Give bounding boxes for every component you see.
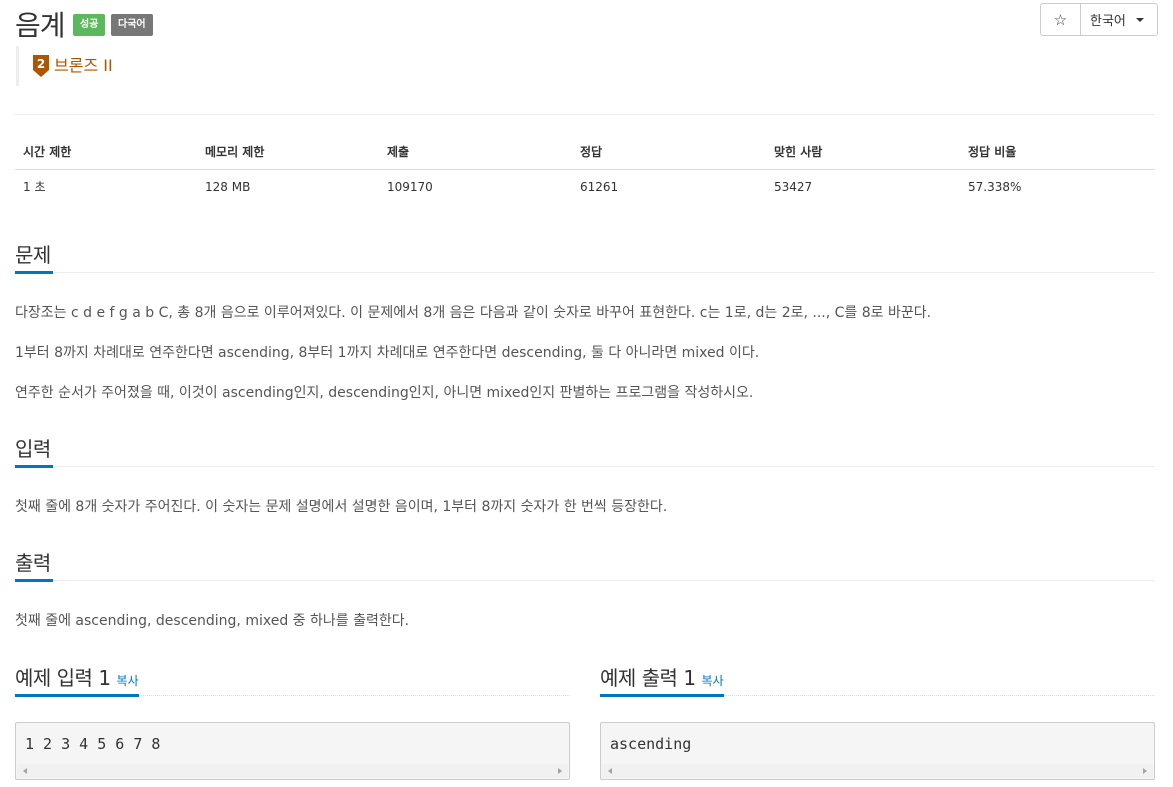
header-controls: ☆ 한국어	[1040, 3, 1158, 36]
problem-paragraph: 다장조는 c d e f g a b C, 총 8개 음으로 이루어져있다. 이…	[15, 305, 932, 321]
example-output-heading: 예제 출력 1 복사	[600, 664, 724, 697]
table-header-row: 시간 제한 메모리 제한 제출 정답 맞힌 사람 정답 비율	[15, 134, 1155, 170]
output-description: 첫째 줄에 ascending, descending, mixed 중 하나를…	[15, 613, 410, 629]
problem-info-table: 시간 제한 메모리 제한 제출 정답 맞힌 사람 정답 비율 1 초 128 M…	[15, 134, 1155, 204]
problem-section-header: 문제	[15, 241, 1155, 274]
table-cell: 61261	[580, 179, 619, 194]
language-label: 한국어	[1090, 14, 1126, 29]
example-input-heading: 예제 입력 1 복사	[15, 664, 139, 697]
example-output-header: 예제 출력 1 복사	[600, 664, 1155, 697]
output-heading: 출력	[15, 549, 53, 582]
input-section-header: 입력	[15, 435, 1155, 468]
tier-info: 2 브론즈 II	[16, 46, 113, 86]
table-header: 시간 제한	[15, 134, 197, 170]
bronze-tier-icon: 2	[33, 55, 49, 77]
copy-input-button[interactable]: 복사	[117, 674, 139, 688]
language-dropdown[interactable]: 한국어	[1081, 4, 1157, 35]
horizontal-scrollbar[interactable]	[602, 764, 1153, 778]
table-header: 맞힌 사람	[766, 134, 960, 170]
copy-output-button[interactable]: 복사	[702, 674, 724, 688]
table-header: 정답 비율	[960, 134, 1155, 170]
input-description: 첫째 줄에 8개 숫자가 주어진다. 이 숫자는 문제 설명에서 설명한 음이며…	[15, 499, 668, 515]
example-input-text: 1 2 3 4 5 6 7 8	[25, 735, 161, 753]
output-section-header: 출력	[15, 549, 1155, 582]
table-header: 제출	[379, 134, 572, 170]
caret-down-icon	[1135, 17, 1144, 22]
horizontal-scrollbar[interactable]	[17, 764, 568, 778]
table-cell: 1 초	[23, 180, 46, 195]
table-cell: 57.338%	[968, 179, 1022, 194]
table-cell: 109170	[387, 179, 433, 194]
problem-paragraph: 1부터 8까지 차례대로 연주한다면 ascending, 8부터 1까지 차례…	[15, 345, 760, 361]
example-output-box: ascending	[600, 722, 1155, 780]
page-title: 음계	[15, 9, 66, 42]
scroll-left-icon[interactable]	[608, 768, 612, 774]
input-heading: 입력	[15, 435, 53, 468]
scroll-left-icon[interactable]	[23, 768, 27, 774]
table-row: 1 초 128 MB 109170 61261 53427 57.338%	[15, 169, 1155, 204]
table-cell: 53427	[774, 179, 813, 194]
table-cell: 128 MB	[205, 179, 251, 194]
problem-heading: 문제	[15, 241, 53, 274]
problem-paragraph: 연주한 순서가 주어졌을 때, 이것이 ascending인지, descend…	[15, 385, 754, 401]
favorite-button[interactable]: ☆	[1041, 4, 1081, 35]
table-header: 정답	[572, 134, 766, 170]
scroll-right-icon[interactable]	[1143, 768, 1147, 774]
divider	[15, 114, 1155, 115]
svg-text:2: 2	[37, 57, 45, 71]
example-output-text: ascending	[610, 735, 692, 753]
tier-link[interactable]: 브론즈 II	[54, 56, 113, 76]
star-icon: ☆	[1053, 10, 1068, 29]
scroll-right-icon[interactable]	[558, 768, 562, 774]
multilanguage-badge: 다국어	[111, 14, 153, 36]
status-badge-success: 성공	[73, 14, 106, 36]
table-header: 메모리 제한	[197, 134, 379, 170]
example-input-header: 예제 입력 1 복사	[15, 664, 570, 697]
example-input-box: 1 2 3 4 5 6 7 8	[15, 722, 570, 780]
